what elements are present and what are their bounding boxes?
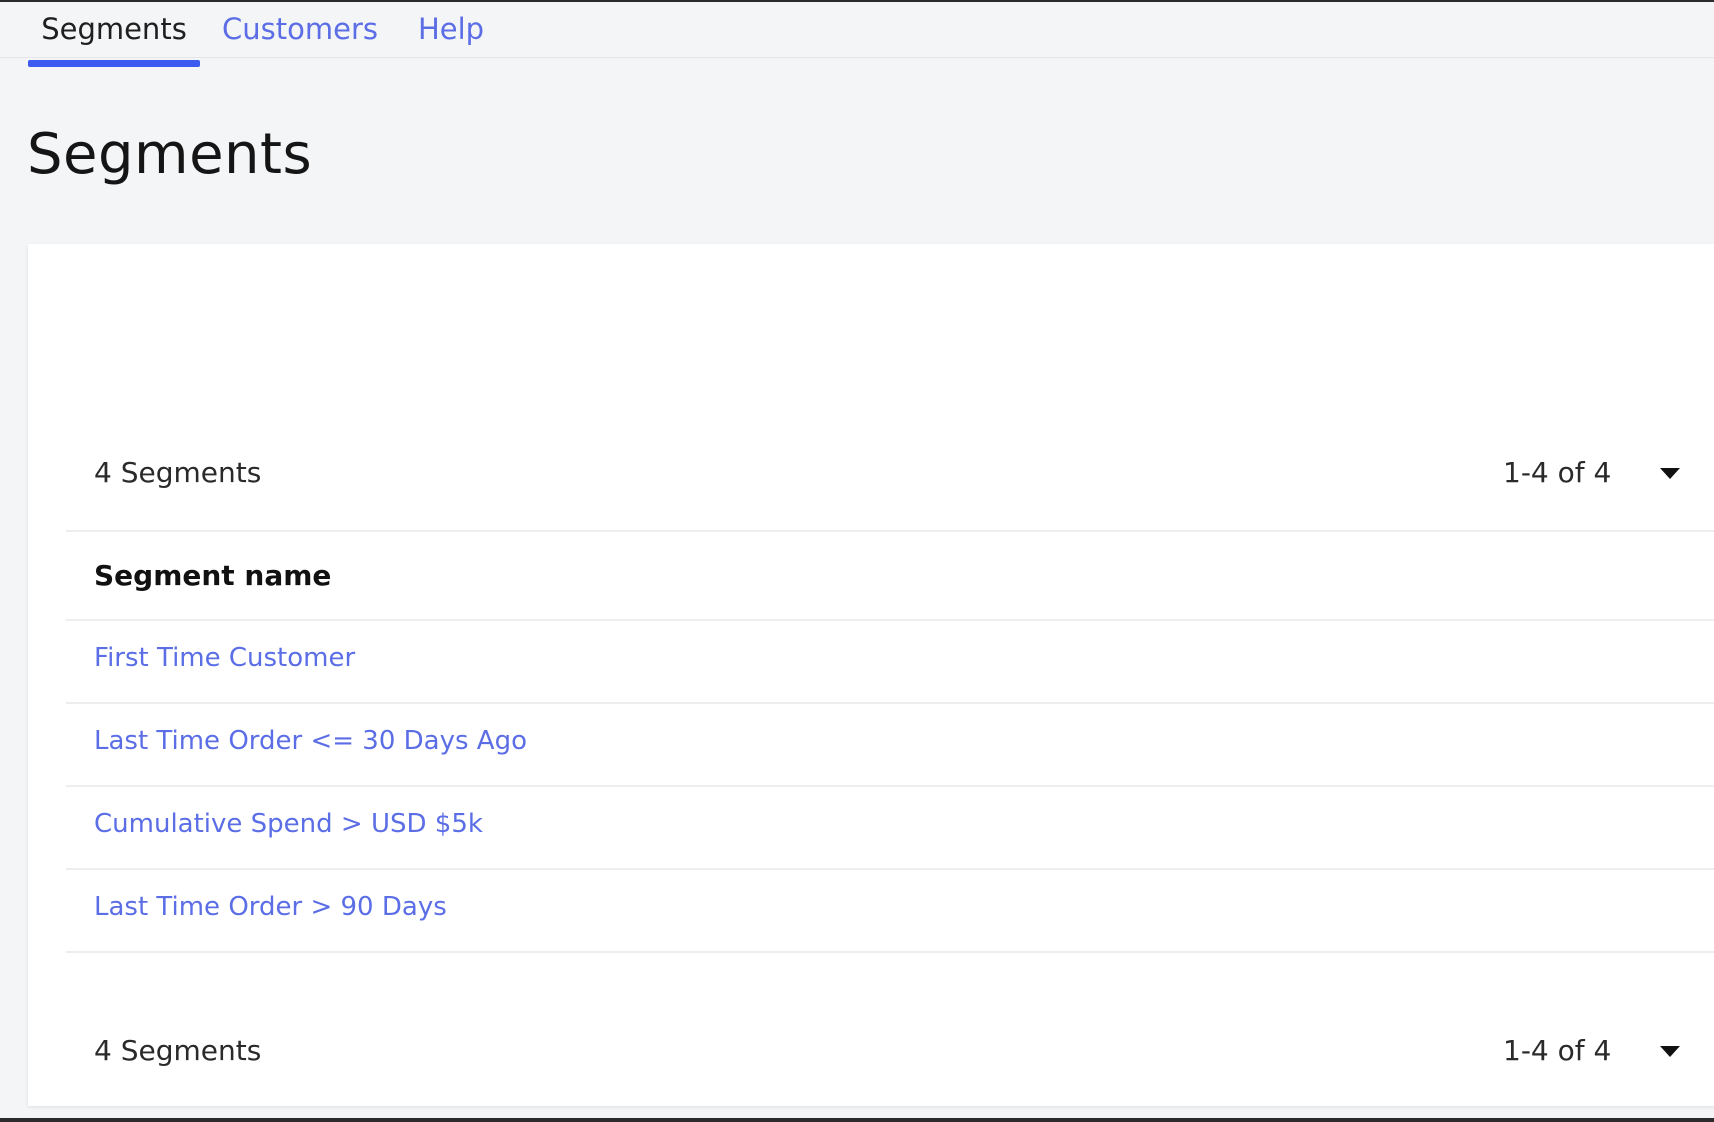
caret-down-icon[interactable]	[1660, 1046, 1680, 1057]
window-bottom-border	[0, 1118, 1714, 1122]
tab-bar: Segments Customers Help	[0, 2, 1714, 58]
divider	[66, 868, 1714, 870]
pagination-range[interactable]: 1-4 of 4	[1503, 456, 1611, 489]
column-header-segment-name[interactable]: Segment name	[94, 559, 331, 592]
segment-link[interactable]: Last Time Order <= 30 Days Ago	[94, 726, 527, 756]
segments-summary-top: 4 Segments 1-4 of 4	[66, 434, 1714, 514]
table-row: Cumulative Spend > USD $5k	[66, 789, 1714, 869]
segments-summary-bottom: 4 Segments 1-4 of 4	[66, 1012, 1714, 1092]
page-title: Segments	[27, 122, 313, 187]
table-row: Last Time Order > 90 Days	[66, 872, 1714, 952]
segment-link[interactable]: First Time Customer	[94, 643, 355, 673]
active-tab-indicator	[28, 60, 200, 67]
tab-customers[interactable]: Customers	[222, 2, 378, 57]
segment-count: 4 Segments	[94, 1034, 262, 1067]
divider	[66, 785, 1714, 787]
divider	[66, 951, 1714, 953]
divider	[66, 530, 1714, 532]
pagination-range[interactable]: 1-4 of 4	[1503, 1034, 1611, 1067]
divider	[66, 619, 1714, 621]
segment-link[interactable]: Last Time Order > 90 Days	[94, 892, 447, 922]
caret-down-icon[interactable]	[1660, 468, 1680, 479]
table-row: Last Time Order <= 30 Days Ago	[66, 706, 1714, 786]
segment-link[interactable]: Cumulative Spend > USD $5k	[94, 809, 483, 839]
tab-help[interactable]: Help	[410, 2, 492, 57]
segment-count: 4 Segments	[94, 456, 262, 489]
divider	[66, 702, 1714, 704]
tab-segments[interactable]: Segments	[28, 2, 200, 57]
table-row: First Time Customer	[66, 623, 1714, 703]
